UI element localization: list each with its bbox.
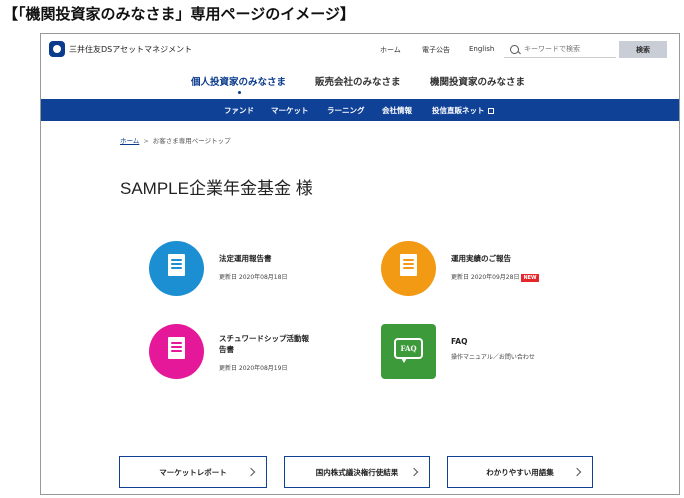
audience-nav: 個人投資家のみなさま 販売会社のみなさま 機関投資家のみなさま xyxy=(41,70,679,98)
new-badge: NEW xyxy=(521,273,539,282)
page-title: SAMPLE企業年金基金 様 xyxy=(120,179,313,198)
search-box xyxy=(504,41,616,58)
voting-results-button[interactable]: 国内株式議決権行使結果 xyxy=(284,456,430,488)
chevron-right-icon xyxy=(409,467,419,477)
tab-label: 機関投資家のみなさま xyxy=(430,77,526,88)
doc-updated-date: 更新日 2020年08月19日 xyxy=(219,365,288,372)
external-link-icon xyxy=(487,108,494,114)
logo-text: 三井住友DSアセットマネジメント xyxy=(69,44,193,54)
doc-title: 運用実績のご報告 xyxy=(451,254,511,263)
doc-updated-date: 更新日 2020年09月28日 NEW xyxy=(451,272,539,282)
doc-title: スチュワードシップ活動報 告書 xyxy=(219,333,309,355)
tab-label: 個人投資家のみなさま xyxy=(191,77,287,88)
faq-link[interactable]: FAQ FAQ 操作マニュアル／お問い合わせ xyxy=(381,324,581,384)
doc-updated-date: 更新日 2020年08月18日 xyxy=(219,274,288,281)
tab-label: 販売会社のみなさま xyxy=(315,77,401,88)
english-link[interactable]: English xyxy=(469,45,494,53)
button-label: 国内株式議決権行使結果 xyxy=(315,467,399,477)
nav-company-info[interactable]: 会社情報 xyxy=(382,105,412,116)
button-label: マーケットレポート xyxy=(159,467,227,477)
faq-icon: FAQ xyxy=(381,324,436,379)
doc-legal-report[interactable]: 法定運用報告書 更新日 2020年08月18日 xyxy=(149,241,349,301)
search-icon xyxy=(510,44,519,54)
doc-performance-report[interactable]: 運用実績のご報告 更新日 2020年09月28日 NEW xyxy=(381,241,581,301)
search-input[interactable] xyxy=(524,45,614,53)
document-icon xyxy=(149,324,204,379)
button-label: わかりやすい用語集 xyxy=(486,467,554,477)
nav-direct-sales[interactable]: 投信直販ネット xyxy=(432,105,494,116)
doc-updated-date-text: 更新日 2020年09月28日 xyxy=(451,274,520,281)
breadcrumb: ホーム > お客さま専用ページトップ xyxy=(120,135,231,145)
market-report-button[interactable]: マーケットレポート xyxy=(119,456,267,488)
company-logo[interactable]: 三井住友DSアセットマネジメント xyxy=(49,41,192,57)
chevron-right-icon xyxy=(246,467,256,477)
doc-stewardship-report[interactable]: スチュワードシップ活動報 告書 更新日 2020年08月19日 xyxy=(149,324,349,384)
document-icon xyxy=(381,241,436,296)
tab-institutional-investors[interactable]: 機関投資家のみなさま xyxy=(430,74,525,88)
nav-learning[interactable]: ラーニング xyxy=(327,105,365,116)
faq-bubble-icon: FAQ xyxy=(394,338,423,363)
breadcrumb-current: お客さま専用ページトップ xyxy=(152,137,231,145)
faq-description: 操作マニュアル／お問い合わせ xyxy=(451,354,535,361)
doc-title-line1: スチュワードシップ活動報 xyxy=(219,334,309,343)
glossary-button[interactable]: わかりやすい用語集 xyxy=(447,456,593,488)
tab-individual-investors[interactable]: 個人投資家のみなさま xyxy=(191,74,287,94)
search-button[interactable]: 検索 xyxy=(619,41,667,58)
top-bar: 三井住友DSアセットマネジメント ホーム 電子公告 English 検索 xyxy=(41,34,679,66)
logo-mark-icon xyxy=(49,41,65,57)
e-notice-link[interactable]: 電子公告 xyxy=(422,45,450,55)
main-nav: ファンド マーケット ラーニング 会社情報 投信直販ネット xyxy=(41,99,679,121)
active-indicator xyxy=(237,91,241,94)
doc-title-line2: 告書 xyxy=(219,345,234,354)
nav-direct-sales-label: 投信直販ネット xyxy=(432,106,485,115)
breadcrumb-home-link[interactable]: ホーム xyxy=(120,137,139,145)
chevron-right-icon xyxy=(572,467,582,477)
nav-fund[interactable]: ファンド xyxy=(224,105,254,116)
tab-distributors[interactable]: 販売会社のみなさま xyxy=(315,74,401,88)
doc-title: 法定運用報告書 xyxy=(219,254,272,263)
doc-title: FAQ xyxy=(451,337,468,346)
home-link[interactable]: ホーム xyxy=(380,45,401,55)
page-caption: 【「機関投資家のみなさま」専用ページのイメージ】 xyxy=(3,5,355,23)
document-icon xyxy=(149,241,204,296)
browser-frame: 三井住友DSアセットマネジメント ホーム 電子公告 English 検索 個人投… xyxy=(40,33,680,495)
breadcrumb-separator: > xyxy=(143,137,149,145)
nav-market[interactable]: マーケット xyxy=(271,105,309,116)
